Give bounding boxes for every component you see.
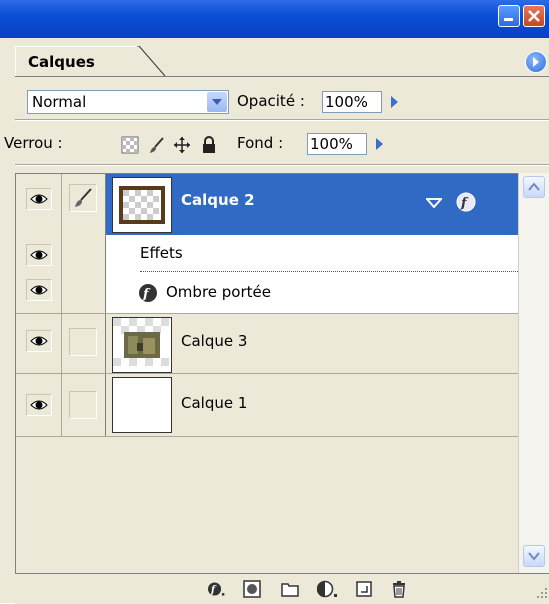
panel-edge	[0, 38, 15, 76]
link-column	[62, 374, 106, 436]
fill-label: Fond :	[237, 134, 284, 152]
fill-value: 100%	[310, 135, 353, 153]
link-column	[62, 174, 106, 313]
palette-bottom-toolbar: f	[15, 573, 549, 604]
visibility-eye-icon[interactable]	[26, 394, 52, 416]
effects-row[interactable]: Effets	[106, 235, 518, 273]
close-icon	[528, 10, 540, 22]
layer-thumbnail	[112, 317, 172, 373]
eye-column	[16, 174, 62, 313]
link-column	[62, 314, 106, 373]
minimize-button[interactable]	[498, 5, 520, 27]
trash-icon[interactable]	[390, 580, 408, 598]
layer-name[interactable]: Calque 2	[181, 191, 255, 209]
fx-icon[interactable]: f	[456, 192, 476, 212]
layer-name[interactable]: Calque 1	[181, 394, 247, 412]
layer-thumbnail	[112, 377, 172, 433]
visibility-eye-icon[interactable]	[26, 244, 52, 266]
lock-move-icon[interactable]	[173, 136, 191, 154]
fx-icon[interactable]: f	[208, 580, 226, 598]
visibility-eye-icon[interactable]	[26, 188, 52, 210]
layer-mask-icon[interactable]	[243, 580, 261, 598]
folder-icon[interactable]	[281, 580, 299, 598]
opacity-label: Opacité :	[237, 92, 305, 110]
fill-slider-arrow-icon[interactable]	[368, 133, 392, 155]
palette-menu-button[interactable]	[525, 51, 547, 73]
scroll-up-button[interactable]	[523, 176, 545, 198]
adjustment-layer-icon[interactable]	[317, 580, 339, 598]
title-bar[interactable]	[0, 0, 549, 38]
lock-label: Verrou :	[4, 134, 63, 152]
layer-row-calque-2[interactable]: Calque 2 f Effets f Ombre portée	[16, 174, 518, 314]
opacity-field[interactable]: 100%	[322, 91, 382, 113]
effect-name: Ombre portée	[166, 283, 271, 301]
visibility-eye-icon[interactable]	[26, 279, 52, 301]
new-layer-icon[interactable]	[355, 580, 373, 598]
brush-link-icon[interactable]	[69, 184, 97, 212]
chevron-down-icon	[528, 552, 540, 561]
blend-mode-value: Normal	[32, 93, 87, 111]
layers-palette-window: Calques Normal Opacité : 100% Verrou : F…	[0, 0, 549, 604]
vertical-scrollbar[interactable]	[518, 173, 549, 573]
tab-calques[interactable]: Calques	[15, 46, 139, 76]
resize-grip-icon[interactable]	[533, 584, 549, 600]
link-box[interactable]	[69, 391, 97, 419]
link-box[interactable]	[69, 328, 97, 356]
eye-column	[16, 314, 62, 373]
fill-field[interactable]: 100%	[307, 133, 367, 155]
fx-icon: f	[139, 284, 157, 302]
blend-mode-select[interactable]: Normal	[27, 90, 229, 114]
opacity-value: 100%	[325, 93, 368, 111]
effects-label: Effets	[140, 244, 183, 262]
divider	[15, 165, 549, 166]
visibility-eye-icon[interactable]	[26, 330, 52, 352]
chevron-up-icon	[528, 182, 540, 191]
lock-transparency-icon[interactable]	[121, 136, 139, 154]
layer-name[interactable]: Calque 3	[181, 332, 247, 350]
tab-slant	[137, 46, 166, 76]
layer-row-calque-1[interactable]: Calque 1	[16, 374, 518, 437]
lock-row: Verrou : Fond : 100%	[4, 120, 549, 164]
layer-thumbnail	[112, 177, 172, 233]
eye-column	[16, 374, 62, 436]
close-button[interactable]	[523, 5, 545, 27]
dotted-separator	[140, 271, 518, 272]
opacity-slider-arrow-icon[interactable]	[383, 91, 407, 113]
lock-all-icon[interactable]	[200, 136, 218, 154]
tab-row: Calques	[15, 38, 549, 77]
effect-row-drop-shadow[interactable]: f Ombre portée	[106, 273, 518, 313]
lock-paint-icon[interactable]	[148, 136, 166, 154]
layer-row-calque-3[interactable]: Calque 3	[16, 314, 518, 374]
blend-row: Normal Opacité : 100%	[15, 76, 549, 120]
layers-list: Calque 2 f Effets f Ombre portée Calque …	[15, 173, 518, 573]
tab-calques-label: Calques	[28, 53, 95, 71]
triangle-down-icon[interactable]	[426, 198, 442, 208]
chevron-down-icon[interactable]	[207, 92, 227, 112]
scroll-down-button[interactable]	[523, 545, 545, 567]
